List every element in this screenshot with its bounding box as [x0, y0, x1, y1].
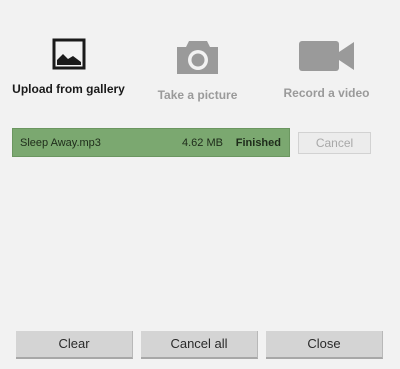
clear-button[interactable]: Clear: [16, 331, 133, 359]
upload-from-gallery-label: Upload from gallery: [12, 82, 125, 96]
take-a-picture-option[interactable]: Take a picture: [131, 38, 264, 102]
image-icon: [52, 38, 85, 70]
record-a-video-label: Record a video: [283, 86, 370, 100]
upload-progress-row: Sleep Away.mp3 4.62 MB Finished: [12, 128, 290, 157]
close-button[interactable]: Close: [266, 331, 383, 359]
upload-status: Finished: [235, 137, 281, 149]
record-a-video-option[interactable]: Record a video: [260, 38, 393, 100]
file-name: Sleep Away.mp3: [20, 137, 101, 149]
file-size: 4.62 MB: [182, 137, 223, 149]
cancel-upload-button[interactable]: Cancel: [298, 132, 371, 154]
video-camera-icon: [298, 41, 354, 71]
cancel-all-button[interactable]: Cancel all: [141, 331, 258, 359]
camera-icon: [176, 41, 218, 74]
upload-from-gallery-option[interactable]: Upload from gallery: [2, 38, 135, 96]
take-a-picture-label: Take a picture: [157, 88, 238, 102]
